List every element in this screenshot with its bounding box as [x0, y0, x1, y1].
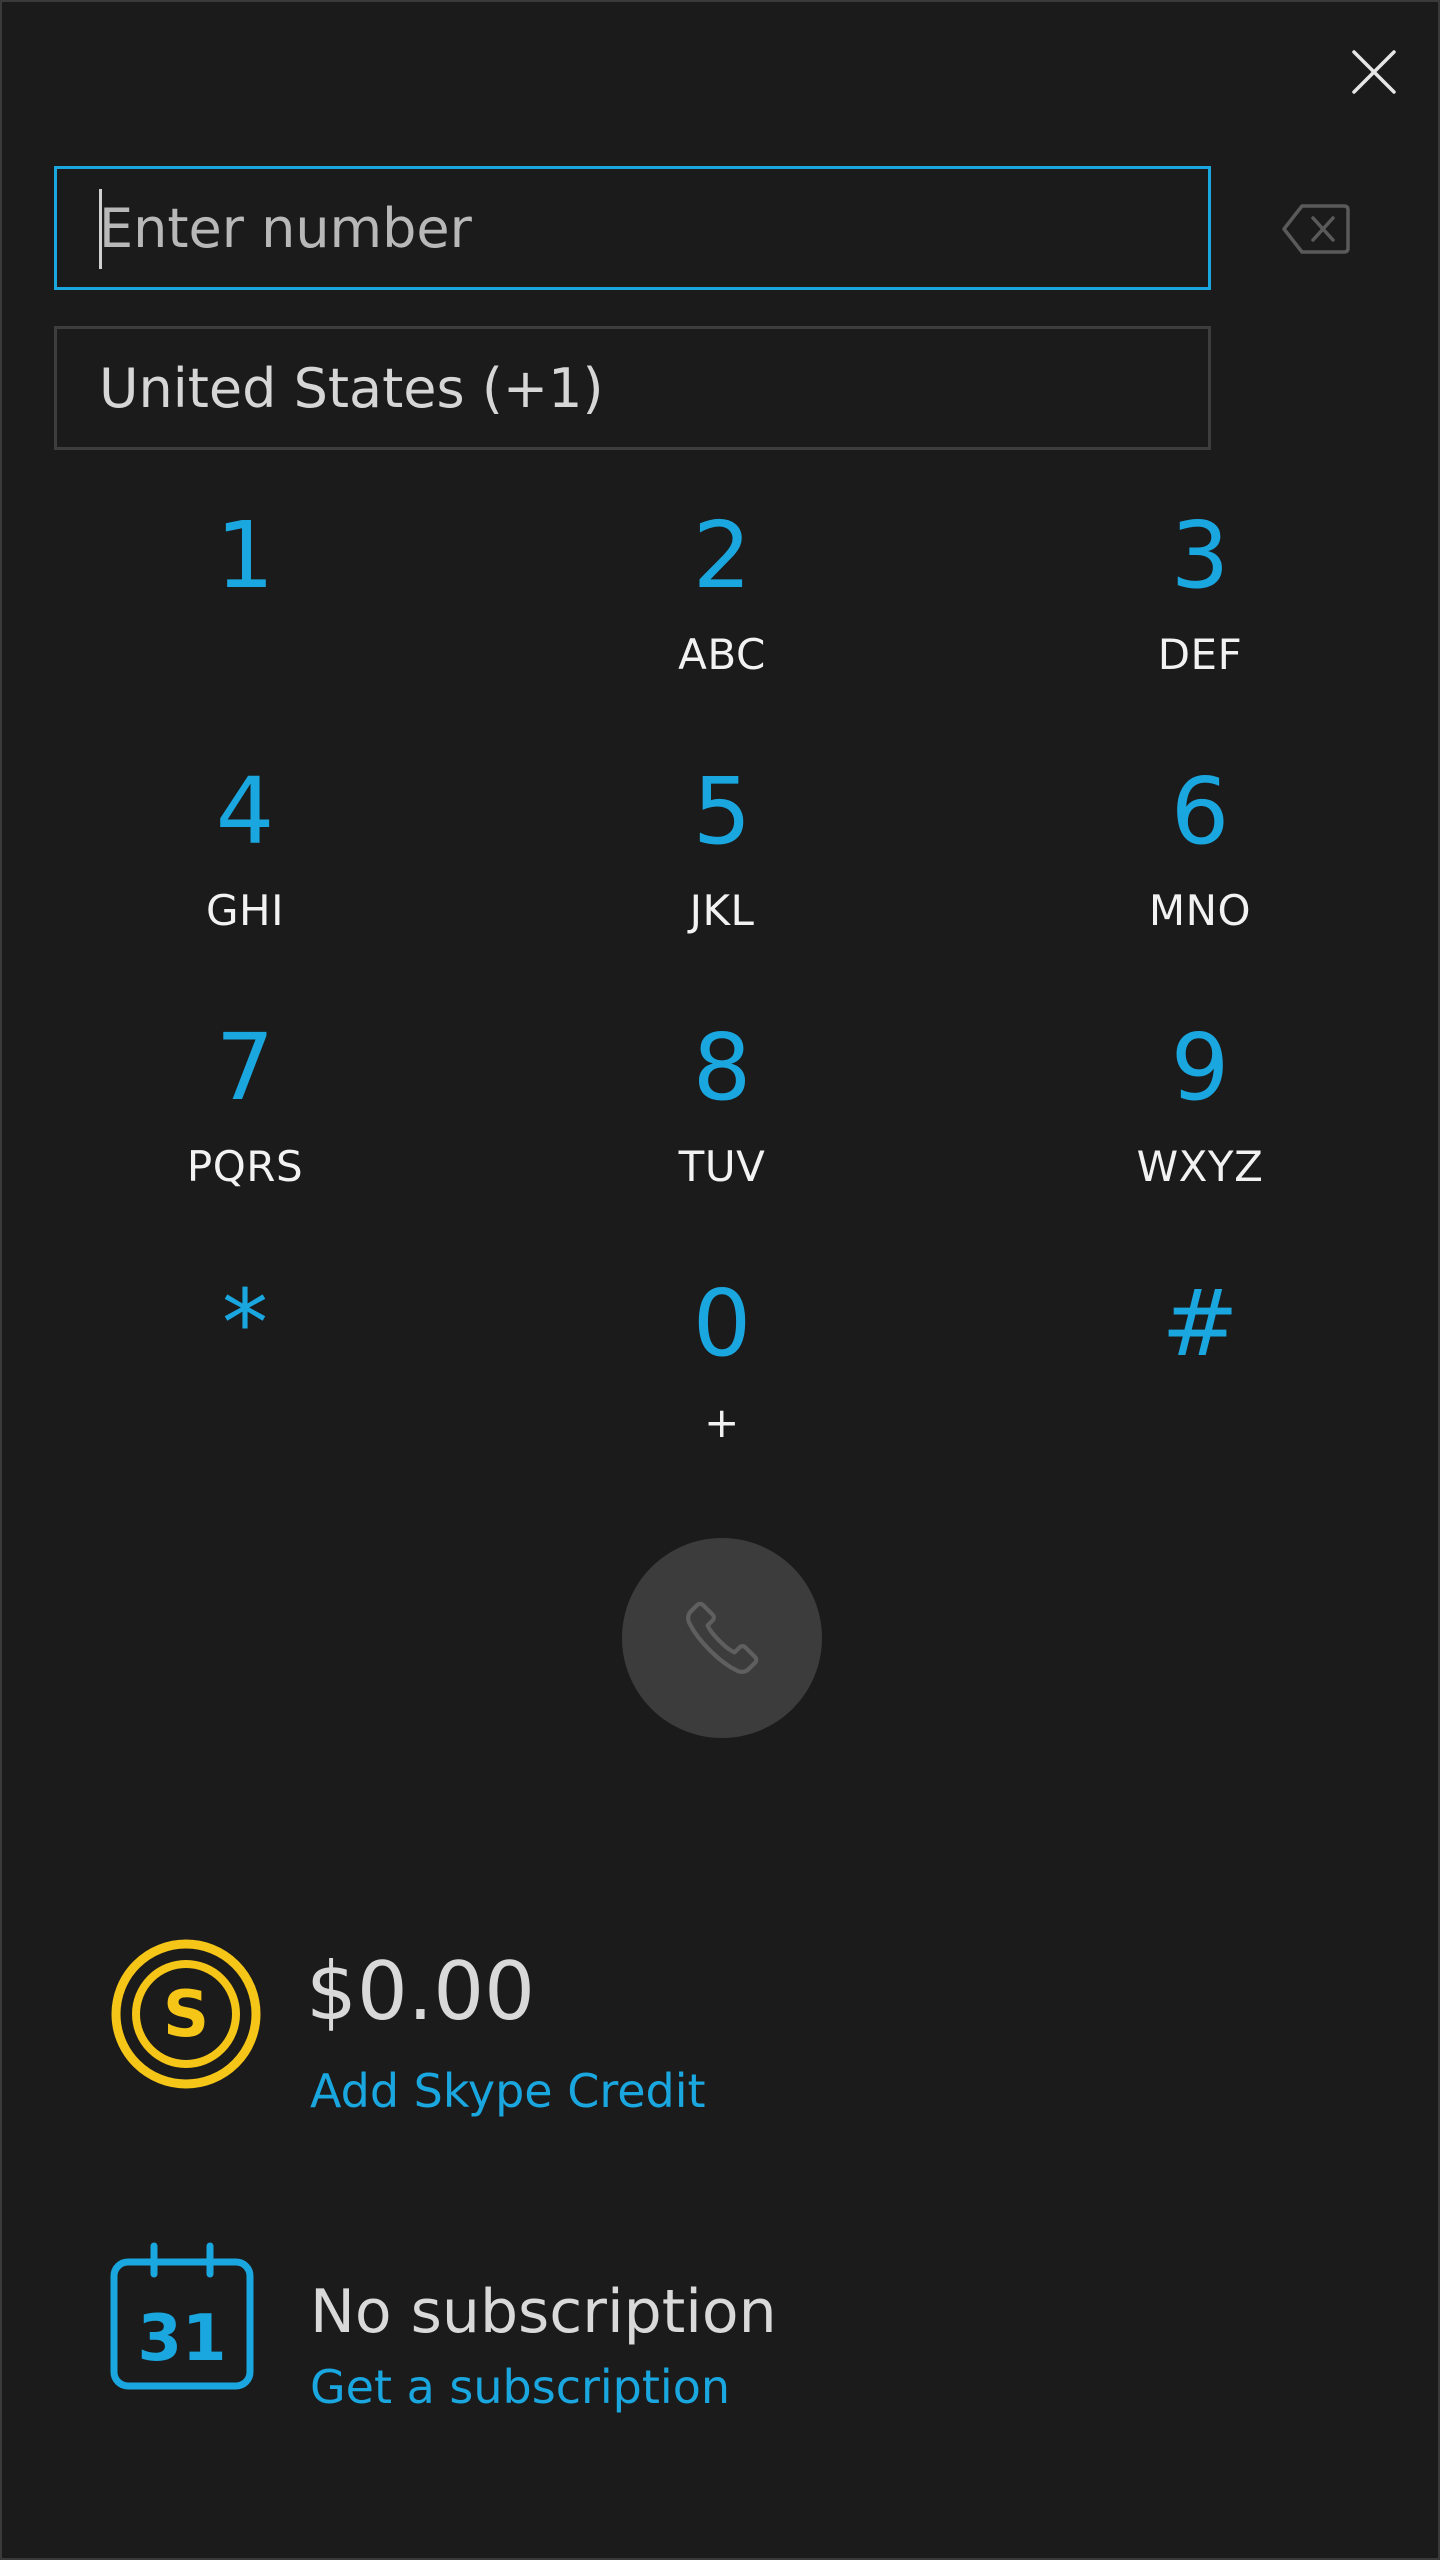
- key-letters: JKL: [689, 886, 755, 935]
- key-letters: PQRS: [186, 1142, 304, 1191]
- key-digit: 0: [692, 1270, 752, 1377]
- key-letters: ABC: [678, 630, 766, 679]
- text-caret: [99, 189, 102, 269]
- number-input-box: [54, 166, 1211, 290]
- key-letters: WXYZ: [1136, 1142, 1264, 1191]
- close-button[interactable]: [1348, 46, 1400, 98]
- key-4[interactable]: 4 GHI: [95, 748, 395, 968]
- key-digit: 6: [1170, 758, 1230, 865]
- key-letters: GHI: [205, 886, 284, 935]
- key-0[interactable]: 0 +: [572, 1260, 872, 1480]
- key-8[interactable]: 8 TUV: [572, 1004, 872, 1224]
- key-digit: 9: [1170, 1014, 1230, 1121]
- dialpad-window: United States (+1) 1 2 ABC 3 DEF 4 GHI 5…: [0, 0, 1440, 2560]
- key-1[interactable]: 1: [95, 492, 395, 712]
- key-5[interactable]: 5 JKL: [572, 748, 872, 968]
- key-letters: +: [704, 1398, 740, 1447]
- subscription-status: No subscription: [310, 2277, 777, 2347]
- add-skype-credit-link[interactable]: Add Skype Credit: [310, 2068, 706, 2114]
- key-digit: 1: [215, 502, 275, 609]
- key-6[interactable]: 6 MNO: [1050, 748, 1350, 968]
- key-7[interactable]: 7 PQRS: [95, 1004, 395, 1224]
- phone-icon: [686, 1601, 759, 1674]
- key-digit: #: [1161, 1270, 1239, 1377]
- key-digit: 2: [692, 502, 752, 609]
- key-letters: TUV: [678, 1142, 766, 1191]
- backspace-icon: [1282, 204, 1350, 254]
- key-letters: MNO: [1148, 886, 1252, 935]
- credit-balance: $0.00: [306, 1945, 536, 2038]
- key-digit: 4: [215, 758, 275, 865]
- country-label: United States (+1): [99, 356, 604, 420]
- credit-icon-letter: S: [163, 1978, 209, 2052]
- country-selector[interactable]: United States (+1): [54, 326, 1211, 450]
- key-digit: 8: [692, 1014, 752, 1121]
- call-button[interactable]: [622, 1538, 822, 1738]
- key-digit: *: [222, 1270, 268, 1377]
- close-icon: [1352, 50, 1396, 94]
- key-3[interactable]: 3 DEF: [1050, 492, 1350, 712]
- key-digit: 5: [692, 758, 752, 865]
- key-star[interactable]: *: [95, 1260, 395, 1480]
- key-digit: 3: [1170, 502, 1230, 609]
- get-subscription-link[interactable]: Get a subscription: [310, 2364, 730, 2410]
- key-digit: 7: [215, 1014, 275, 1121]
- key-letters: DEF: [1157, 630, 1243, 679]
- calendar-day: 31: [137, 2302, 226, 2376]
- key-9[interactable]: 9 WXYZ: [1050, 1004, 1350, 1224]
- key-hash[interactable]: #: [1050, 1260, 1350, 1480]
- skype-credit-icon: S: [110, 1938, 262, 2090]
- backspace-button[interactable]: [1280, 202, 1352, 256]
- number-input[interactable]: [57, 169, 1208, 287]
- calendar-icon: 31: [110, 2242, 254, 2390]
- key-2[interactable]: 2 ABC: [572, 492, 872, 712]
